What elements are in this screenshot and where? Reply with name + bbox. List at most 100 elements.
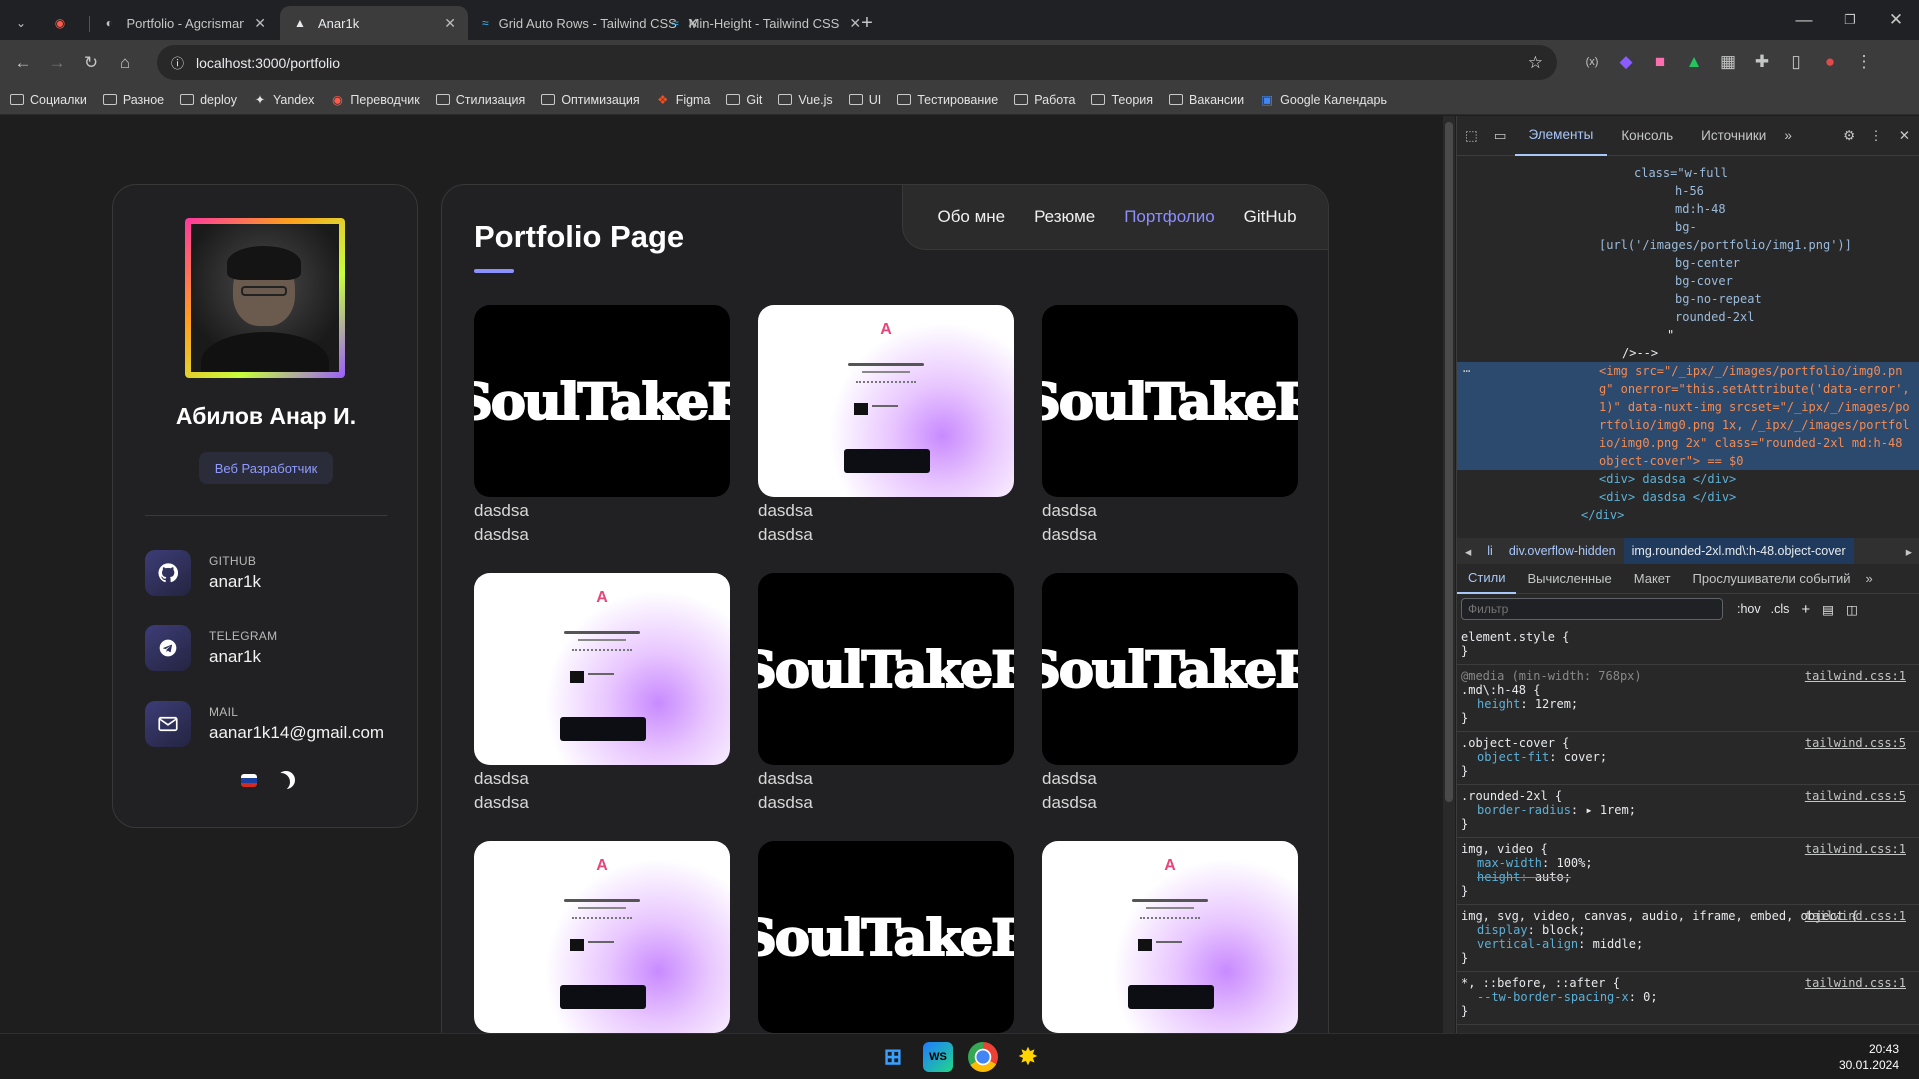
portfolio-thumbnail[interactable]: SoulTakeR (1042, 573, 1298, 765)
breadcrumb-item-selected[interactable]: img.rounded-2xl.md\:h-48.object-cover (1623, 538, 1854, 564)
forward-button[interactable]: → (40, 46, 74, 80)
breadcrumb-prev-icon[interactable]: ◂ (1457, 544, 1479, 559)
bookmark-item[interactable]: Теория (1091, 93, 1153, 107)
portfolio-thumbnail[interactable]: A (474, 573, 730, 765)
device-toolbar-icon[interactable]: ▭ (1486, 116, 1515, 156)
tab-portfolio-agcrismanto[interactable]: ◐ Portfolio - Agcrismanto Budhi ✕ (90, 6, 278, 40)
rule-source-link[interactable]: tailwind.css:1 (1805, 909, 1906, 923)
css-property[interactable]: border-radius: ▸ 1rem; (1461, 803, 1916, 817)
css-rule[interactable]: .rounded-2xl {tailwind.css:5 border-radiu… (1457, 785, 1919, 838)
tab-event-listeners[interactable]: Прослушиватели событий (1682, 564, 1862, 594)
windows-start-icon[interactable]: ⊞ (878, 1042, 908, 1072)
bookmark-item[interactable]: Разное (102, 93, 164, 107)
portfolio-item[interactable]: SoulTakeR dasdsa dasdsa (758, 573, 1014, 815)
extension-icon[interactable]: ▦ (1711, 45, 1745, 79)
minimize-button[interactable]: — (1781, 3, 1827, 37)
css-rule[interactable]: *, ::before, ::after {tailwind.css:1 --tw… (1457, 972, 1919, 1025)
css-property[interactable]: vertical-align: middle; (1461, 937, 1916, 951)
add-rule-icon[interactable]: + (1801, 601, 1810, 618)
pinned-tab[interactable]: ◉ (42, 6, 90, 40)
profile-avatar[interactable]: ● (1813, 45, 1847, 79)
bookmark-item[interactable]: ◉ Переводчик (330, 93, 420, 108)
close-tab-icon[interactable]: ✕ (244, 15, 266, 32)
bookmark-item[interactable]: Вакансии (1169, 93, 1244, 107)
contact-mail[interactable]: MAIL aanar1k14@gmail.com (145, 699, 405, 749)
back-button[interactable]: ← (6, 46, 40, 80)
more-tabs-icon[interactable]: » (1780, 116, 1796, 156)
home-button[interactable]: ⌂ (108, 46, 142, 80)
css-rule[interactable]: img, video {tailwind.css:1 max-width: 100… (1457, 838, 1919, 905)
tab-search-button[interactable]: ⌄ (4, 6, 38, 40)
portfolio-thumbnail[interactable]: SoulTakeR (758, 841, 1014, 1033)
tab-anar1k[interactable]: ▲ Anar1k ✕ (280, 6, 468, 40)
portfolio-item[interactable]: SoulTakeR dasdsa dasdsa (474, 305, 730, 547)
bookmark-item[interactable]: Git (726, 93, 762, 107)
devtools-menu-icon[interactable]: ⋮ (1863, 116, 1889, 156)
contact-telegram[interactable]: TELEGRAM anar1k (145, 623, 405, 673)
close-tab-icon[interactable]: ✕ (839, 15, 861, 32)
rule-source-link[interactable]: tailwind.css:5 (1805, 736, 1906, 750)
extension-icon[interactable]: ◆ (1609, 45, 1643, 79)
portfolio-item[interactable]: SoulTakeR (758, 841, 1014, 1033)
more-tabs-icon[interactable]: » (1862, 564, 1877, 594)
rule-source-link[interactable]: tailwind.css:1 (1805, 842, 1906, 856)
dom-tree[interactable]: class="w-full h-56 md:h-48 bg- [url('/im… (1457, 156, 1919, 538)
selected-img-node[interactable]: ⋯ <img src="/_ipx/_/images/portfolio/img… (1457, 362, 1919, 470)
bookmark-star-icon[interactable]: ☆ (1528, 53, 1543, 73)
sun-app-icon[interactable]: ✸ (1013, 1042, 1043, 1072)
tab-sources[interactable]: Источники (1687, 116, 1780, 156)
nav-resume[interactable]: Резюме (1034, 207, 1095, 227)
tab-layout[interactable]: Макет (1623, 564, 1682, 594)
breadcrumb-next-icon[interactable]: ▸ (1898, 544, 1919, 559)
bookmark-item[interactable]: Тестирование (897, 93, 998, 107)
tab-styles[interactable]: Стили (1457, 564, 1517, 594)
nav-about[interactable]: Обо мне (937, 207, 1005, 227)
hov-button[interactable]: :hov (1737, 602, 1761, 616)
node-ellipsis-icon[interactable]: ⋯ (1463, 362, 1470, 380)
portfolio-item[interactable]: SoulTakeR dasdsa dasdsa (1042, 305, 1298, 547)
extension-icon[interactable]: (x) (1575, 45, 1609, 79)
portfolio-thumbnail[interactable]: A (758, 305, 1014, 497)
webstorm-icon[interactable]: WS (923, 1042, 953, 1072)
bookmark-item[interactable]: Социалки (10, 93, 87, 107)
bookmark-item[interactable]: deploy (180, 93, 237, 107)
sidebar-toggle-icon[interactable]: ◫ (1846, 602, 1858, 617)
contact-github[interactable]: GITHUB anar1k (145, 548, 405, 598)
reload-button[interactable]: ↻ (74, 46, 108, 80)
address-bar[interactable]: ⓘ localhost:3000/portfolio ☆ (157, 45, 1557, 80)
css-rule[interactable]: @media (min-width: 768px) .md\:h-48 {tail… (1457, 665, 1919, 732)
portfolio-thumbnail[interactable]: SoulTakeR (758, 573, 1014, 765)
settings-gear-icon[interactable]: ⚙ (1835, 116, 1863, 156)
chrome-icon[interactable] (968, 1042, 998, 1072)
portfolio-item[interactable]: A (1042, 841, 1298, 1033)
bookmark-item[interactable]: Vue.js (778, 93, 833, 107)
extensions-puzzle-icon[interactable]: ✚ (1745, 45, 1779, 79)
css-rule[interactable]: img, svg, video, canvas, audio, iframe, … (1457, 905, 1919, 972)
paint-icon[interactable]: ▤ (1822, 602, 1834, 617)
extension-icon[interactable]: ▲ (1677, 45, 1711, 79)
extension-icon[interactable]: ■ (1643, 45, 1677, 79)
nav-portfolio[interactable]: Портфолио (1124, 207, 1214, 227)
css-rule[interactable]: .object-cover {tailwind.css:5 object-fit:… (1457, 732, 1919, 785)
tab-computed[interactable]: Вычисленные (1516, 564, 1622, 594)
tab-min-height[interactable]: ≈ Min-Height - Tailwind CSS ✕ (660, 6, 861, 40)
bookmark-item[interactable]: ✦ Yandex (253, 93, 315, 108)
portfolio-item[interactable]: SoulTakeR dasdsa dasdsa (1042, 573, 1298, 815)
portfolio-thumbnail[interactable]: A (474, 841, 730, 1033)
css-property[interactable]: object-fit: cover; (1461, 750, 1916, 764)
tab-grid-auto-rows[interactable]: ≈ Grid Auto Rows - Tailwind CSS ✕ (470, 6, 699, 40)
portfolio-thumbnail[interactable]: SoulTakeR (1042, 305, 1298, 497)
css-rule[interactable]: element.style {} (1457, 626, 1919, 665)
portfolio-thumbnail[interactable]: SoulTakeR (474, 305, 730, 497)
cls-button[interactable]: .cls (1771, 602, 1790, 616)
tab-console[interactable]: Консоль (1607, 116, 1687, 156)
portfolio-thumbnail[interactable]: A (1042, 841, 1298, 1033)
close-tab-icon[interactable]: ✕ (434, 15, 456, 32)
page-scrollbar-thumb[interactable] (1445, 122, 1453, 802)
system-clock[interactable]: 20:43 30.01.2024 (1839, 1041, 1899, 1073)
portfolio-item[interactable]: A (474, 841, 730, 1033)
site-info-icon[interactable]: ⓘ (171, 53, 184, 72)
portfolio-item[interactable]: Adasdsa dasdsa (758, 305, 1014, 547)
tab-elements[interactable]: Элементы (1514, 116, 1608, 156)
restore-button[interactable]: ❐ (1827, 3, 1873, 37)
